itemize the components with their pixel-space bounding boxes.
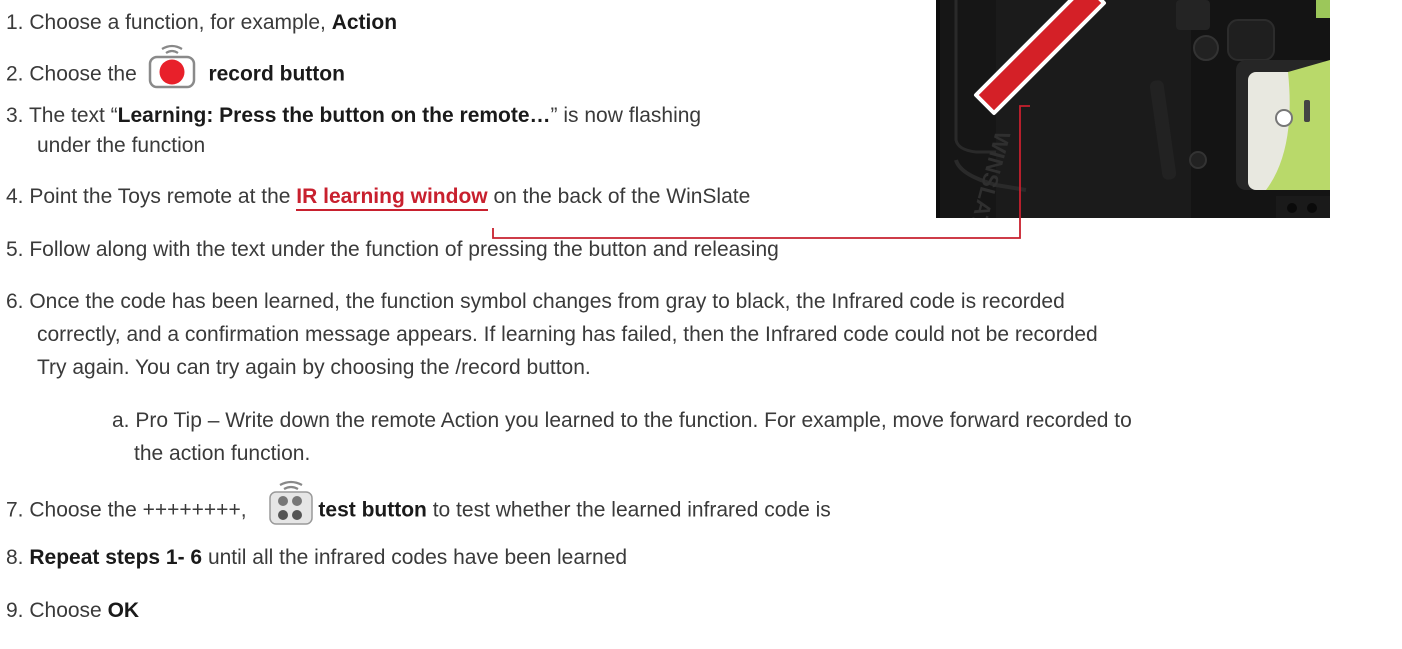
step-7: 7. Choose the ++++++++, test button to t… bbox=[6, 480, 831, 531]
step-bold-text: OK bbox=[107, 599, 140, 622]
step-text: Choose the ++++++++, bbox=[23, 498, 247, 522]
step-text: Follow along with the text under the fun… bbox=[23, 238, 779, 261]
step-number: 9. bbox=[6, 599, 24, 622]
step-text: the action function. bbox=[134, 442, 311, 465]
test-icon bbox=[266, 480, 316, 527]
step-4: 4. Point the Toys remote at the IR learn… bbox=[6, 182, 750, 212]
step-number: 1. bbox=[6, 11, 24, 34]
step-number: 4. bbox=[6, 185, 24, 208]
step-text: Choose a function, for example, bbox=[23, 11, 332, 34]
pro-tip: a. Pro Tip – Write down the remote Actio… bbox=[112, 406, 1132, 436]
step-2: 2. Choose the record button bbox=[6, 44, 345, 95]
step-text: Choose bbox=[23, 599, 108, 622]
step-number: 6. bbox=[6, 290, 24, 313]
step-number: 5. bbox=[6, 238, 24, 261]
step-8: 8. Repeat steps 1- 6 until all the infra… bbox=[6, 543, 627, 573]
step-6-line-2: correctly, and a confirmation message ap… bbox=[37, 323, 1098, 346]
step-number: 8. bbox=[6, 546, 24, 569]
step-text-tail: until all the infrared codes have been l… bbox=[202, 546, 628, 569]
step-text: Choose the bbox=[23, 62, 143, 86]
step-6: 6. Once the code has been learned, the f… bbox=[6, 287, 1065, 317]
step-bold-text: test button bbox=[318, 498, 427, 522]
pro-tip-continuation: the action function. bbox=[112, 439, 310, 469]
step-bold-text: Learning: Press the button on the remote… bbox=[117, 104, 551, 127]
step-text: Point the Toys remote at the bbox=[23, 185, 297, 208]
step-9: 9. Choose OK bbox=[6, 596, 139, 626]
record-icon bbox=[147, 44, 197, 91]
step-number: 3. bbox=[6, 104, 24, 127]
step-3-continuation: under the function bbox=[37, 134, 206, 157]
step-text-tail: to test whether the learned infrared cod… bbox=[426, 498, 831, 522]
step-6-line-3: Try again. You can try again by choosing… bbox=[37, 356, 591, 379]
step-1: 1. Choose a function, for example, Actio… bbox=[6, 8, 397, 38]
step-number: 2. bbox=[6, 62, 24, 86]
step-number: a. bbox=[112, 409, 130, 432]
step-number: 7. bbox=[6, 498, 24, 522]
step-text: The text “ bbox=[23, 104, 118, 127]
step-text-tail: on the back of the WinSlate bbox=[487, 185, 751, 208]
ir-learning-window-link[interactable]: IR learning window bbox=[296, 185, 488, 211]
step-text: Pro Tip – Write down the remote Action y… bbox=[129, 409, 1132, 432]
step-bold-text: Repeat steps 1- 6 bbox=[29, 546, 203, 569]
winslate-back-photo: WINSLATE bbox=[936, 0, 1330, 218]
step-3: 3. The text “Learning: Press the button … bbox=[6, 101, 701, 131]
step-bold-text: record button bbox=[208, 62, 345, 86]
step-text-tail: ” is now flashing bbox=[550, 104, 702, 127]
step-5: 5. Follow along with the text under the … bbox=[6, 235, 779, 265]
step-text: Once the code has been learned, the func… bbox=[23, 290, 1065, 313]
step-bold-text: Action bbox=[331, 11, 398, 34]
